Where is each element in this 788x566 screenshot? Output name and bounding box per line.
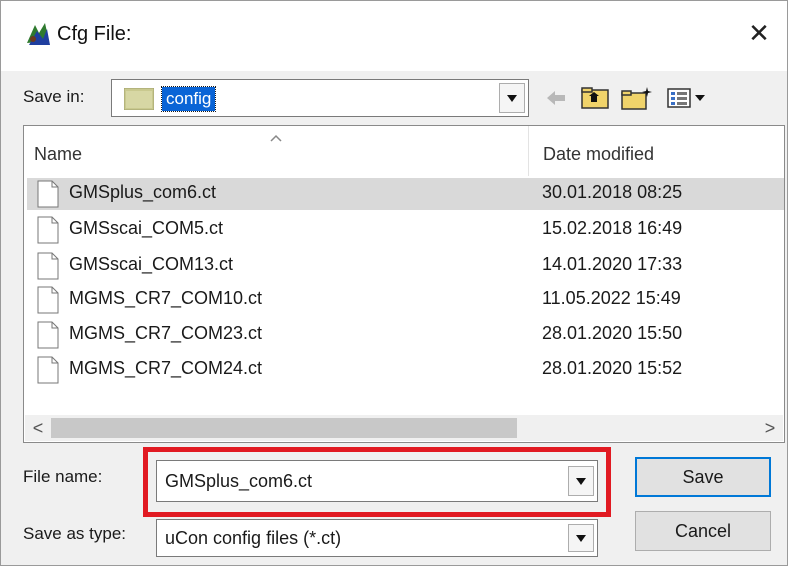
file-list[interactable]: Name Date modified GMSplus_com6.ct 30.01… <box>23 125 785 443</box>
file-icon <box>37 321 59 349</box>
file-date: 30.01.2018 08:25 <box>542 182 683 202</box>
file-date: 11.05.2022 15:49 <box>542 288 681 308</box>
save-type-select[interactable]: uCon config files (*.ct) <box>156 519 598 557</box>
file-name-dropdown-arrow[interactable] <box>568 466 594 496</box>
file-icon <box>37 356 59 384</box>
scroll-right-button[interactable]: > <box>757 415 783 441</box>
column-header-date[interactable]: Date modified <box>529 126 784 176</box>
close-icon: ✕ <box>748 17 770 48</box>
file-row[interactable]: GMSscai_COM5.ct 15.02.2018 16:49 <box>27 214 784 246</box>
view-menu-icon <box>667 88 705 108</box>
save-in-value: config <box>160 86 217 112</box>
save-button[interactable]: Save <box>635 457 771 497</box>
save-dialog: Cfg File: ✕ Save in: config Name Date mo… <box>0 0 788 566</box>
up-folder-icon <box>581 87 609 109</box>
file-name: MGMS_CR7_COM23.ct <box>69 323 263 343</box>
file-row[interactable]: GMSplus_com6.ct 30.01.2018 08:25 <box>27 178 784 210</box>
title-bar: Cfg File: ✕ <box>1 1 787 71</box>
file-icon <box>37 286 59 314</box>
chevron-right-icon: > <box>764 417 776 438</box>
save-type-dropdown-arrow[interactable] <box>568 524 594 552</box>
file-name-label: File name: <box>23 467 103 486</box>
file-name: GMSscai_COM13.ct <box>69 254 234 274</box>
file-icon <box>37 252 59 280</box>
file-name-input[interactable]: GMSplus_com6.ct <box>156 460 598 502</box>
chevron-down-icon <box>507 94 517 102</box>
up-folder-button[interactable] <box>577 83 613 113</box>
scrollbar-thumb[interactable] <box>51 418 517 438</box>
file-date: 15.02.2018 16:49 <box>542 218 683 238</box>
save-in-dropdown[interactable]: config <box>111 79 529 117</box>
new-folder-button[interactable] <box>617 83 657 113</box>
cancel-button[interactable]: Cancel <box>635 511 771 551</box>
close-button[interactable]: ✕ <box>739 15 779 51</box>
file-date: 28.01.2020 15:52 <box>542 358 683 378</box>
folder-icon <box>124 88 154 110</box>
file-row[interactable]: GMSscai_COM13.ct 14.01.2020 17:33 <box>27 250 784 282</box>
file-name-value: GMSplus_com6.ct <box>165 471 313 491</box>
file-name: GMSscai_COM5.ct <box>69 218 224 238</box>
app-icon <box>27 23 50 45</box>
save-in-label: Save in: <box>23 87 85 106</box>
save-in-dropdown-arrow[interactable] <box>499 83 525 113</box>
back-button[interactable] <box>539 83 573 113</box>
horizontal-scrollbar[interactable]: < > <box>25 415 783 441</box>
window-title: Cfg File: <box>57 23 132 45</box>
scroll-left-button[interactable]: < <box>25 415 51 441</box>
sort-ascending-icon <box>270 134 282 142</box>
save-type-label: Save as type: <box>23 524 127 543</box>
new-folder-icon <box>621 87 652 110</box>
file-date: 14.01.2020 17:33 <box>542 254 683 274</box>
column-header-name-label: Name <box>34 144 83 164</box>
file-name: MGMS_CR7_COM24.ct <box>69 358 263 378</box>
file-row[interactable]: MGMS_CR7_COM23.ct 28.01.2020 15:50 <box>27 319 784 351</box>
file-icon <box>37 216 59 244</box>
chevron-down-icon <box>576 534 586 542</box>
file-name: MGMS_CR7_COM10.ct <box>69 288 263 308</box>
save-type-value: uCon config files (*.ct) <box>165 528 342 548</box>
view-menu-button[interactable] <box>663 83 713 113</box>
file-name: GMSplus_com6.ct <box>69 182 217 202</box>
file-date: 28.01.2020 15:50 <box>542 323 683 343</box>
back-arrow-icon <box>547 91 565 105</box>
chevron-down-icon <box>576 477 586 485</box>
column-header-name[interactable]: Name <box>24 126 529 176</box>
file-row[interactable]: MGMS_CR7_COM10.ct 11.05.2022 15:49 <box>27 284 784 316</box>
chevron-left-icon: < <box>32 417 44 438</box>
file-row[interactable]: MGMS_CR7_COM24.ct 28.01.2020 15:52 <box>27 354 784 386</box>
file-icon <box>37 180 59 208</box>
column-header-date-label: Date modified <box>543 144 655 164</box>
